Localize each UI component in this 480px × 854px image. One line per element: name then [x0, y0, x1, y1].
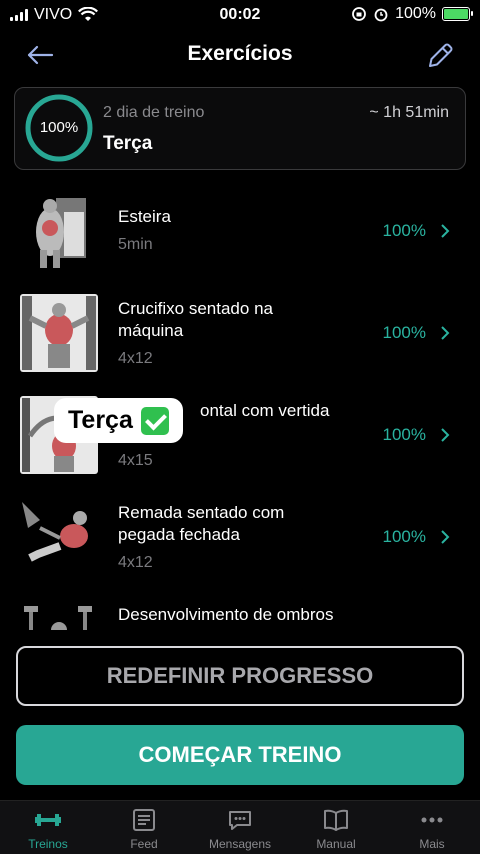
exercise-thumbnail: [20, 192, 98, 270]
exercise-name: Remada sentado com pegada fechada: [118, 503, 285, 544]
workout-duration: ~ 1h 51min: [369, 104, 449, 121]
exercise-name-visible: ontal com vertida: [200, 401, 330, 420]
alarm-icon: [374, 8, 388, 22]
battery-icon: [442, 7, 473, 21]
exercise-row-esteira[interactable]: Esteira 5min 100%: [0, 180, 480, 282]
bottom-tab-bar: Treinos Feed Mensagens Manual Mais: [0, 800, 480, 854]
more-icon: [421, 817, 443, 823]
battery-percent: 100%: [395, 5, 436, 22]
page-title: Exercícios: [187, 42, 293, 65]
start-workout-button[interactable]: COMEÇAR TREINO: [16, 725, 464, 785]
status-right: 100%: [351, 5, 473, 23]
training-day-name: Terça: [103, 133, 153, 154]
exercise-row-remada[interactable]: Remada sentado com pegada fechada 4x12 1…: [0, 486, 480, 588]
chevron-right-icon: [441, 224, 450, 238]
exercise-progress: 100%: [382, 323, 426, 342]
exercise-thumbnail: [20, 498, 98, 576]
edit-pencil-icon[interactable]: [424, 40, 456, 72]
tab-label: Treinos: [28, 837, 68, 851]
workout-summary-card: 100% 2 dia de treino Terça ~ 1h 51min: [14, 87, 466, 170]
tab-feed[interactable]: Feed: [96, 801, 192, 854]
exercise-detail: 4x12: [118, 554, 153, 571]
exercise-detail: 5min: [118, 236, 153, 253]
book-icon: [324, 809, 348, 831]
orientation-lock-icon: [352, 7, 366, 21]
chevron-right-icon: [441, 428, 450, 442]
tab-manual[interactable]: Manual: [288, 801, 384, 854]
exercise-row-desenvolvimento[interactable]: Desenvolvimento de ombros: [0, 588, 480, 630]
day-sticker-overlay: Terça: [54, 398, 183, 443]
progress-ring-label: 100%: [39, 119, 79, 136]
exercise-name: Esteira: [118, 207, 171, 226]
tab-mais[interactable]: Mais: [384, 801, 480, 854]
reset-progress-button[interactable]: REDEFINIR PROGRESSO: [16, 646, 464, 706]
tab-label: Feed: [130, 837, 158, 851]
exercise-progress: 100%: [382, 527, 426, 546]
top-bar: Exercícios: [0, 36, 480, 76]
exercise-progress: 100%: [382, 425, 426, 444]
tab-label: Mais: [419, 837, 445, 851]
exercise-detail: 4x15: [118, 452, 153, 469]
status-bar: VIVO 00:02 100%: [0, 0, 480, 30]
exercise-thumbnail: [20, 294, 98, 372]
feed-icon: [133, 809, 155, 831]
training-day-subtitle: 2 dia de treino: [103, 104, 205, 121]
tab-mensagens[interactable]: Mensagens: [192, 801, 288, 854]
tab-label: Mensagens: [208, 837, 272, 851]
chat-icon: [229, 811, 251, 830]
exercise-name: Desenvolvimento de ombros: [118, 605, 334, 624]
exercise-detail: 4x12: [118, 350, 153, 367]
exercise-progress: 100%: [382, 221, 426, 240]
day-sticker-label: Terça: [68, 406, 133, 434]
check-mark-icon: [140, 406, 169, 435]
dumbbell-icon: [35, 814, 61, 826]
tab-treinos[interactable]: Treinos: [0, 801, 96, 854]
chevron-right-icon: [441, 326, 450, 340]
tab-label: Manual: [316, 837, 356, 851]
exercise-row-crucifixo[interactable]: Crucifixo sentado na máquina 4x12 100%: [0, 282, 480, 384]
chevron-right-icon: [441, 530, 450, 544]
exercise-thumbnail: [20, 600, 98, 630]
exercise-name: Crucifixo sentado na máquina: [118, 299, 273, 340]
